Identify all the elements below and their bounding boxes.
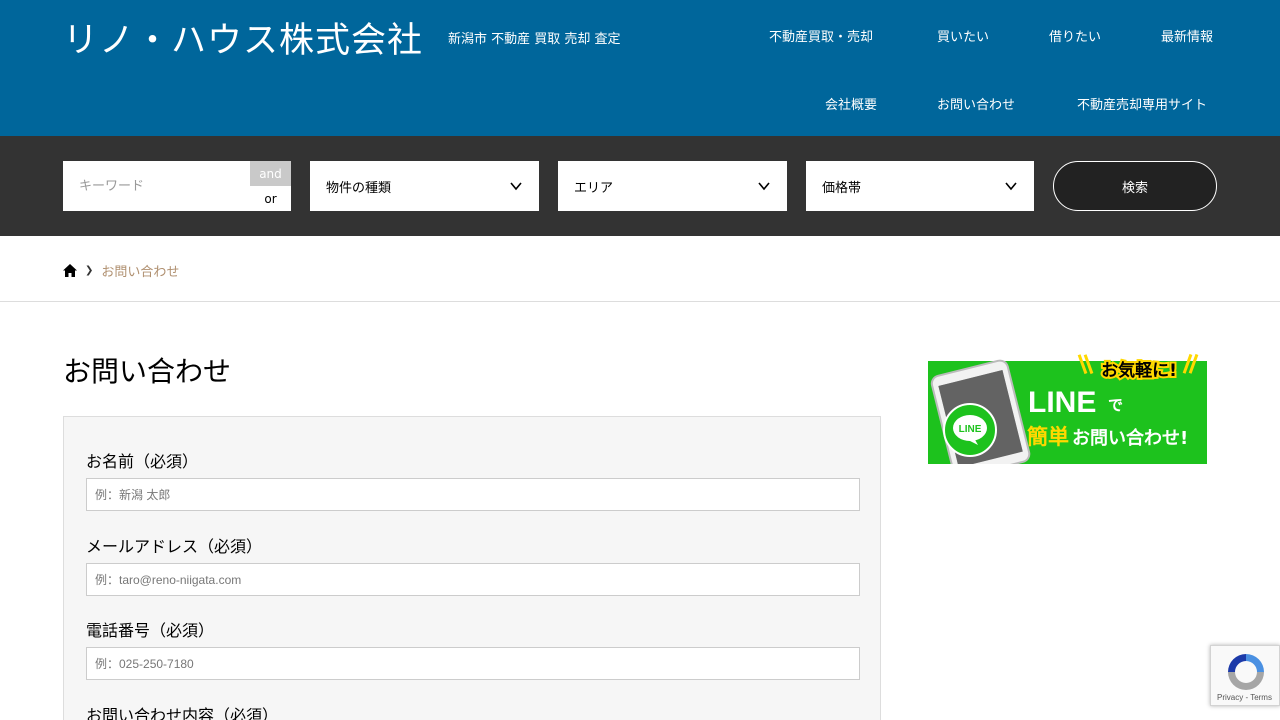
name-label: お名前（必須）	[86, 452, 199, 471]
inquiry-label: お問い合わせ内容（必須）	[86, 706, 279, 720]
line-icon-text: LINE	[959, 424, 982, 435]
nav-company[interactable]: 会社概要	[825, 94, 877, 113]
breadcrumb: ❯ お問い合わせ	[63, 260, 179, 280]
breadcrumb-current: お問い合わせ	[101, 264, 180, 280]
chevron-down-icon	[510, 182, 522, 191]
line-contact-banner[interactable]: LINE お気軽に! LINE で 簡単 お問い合わせ!	[928, 352, 1207, 478]
home-icon[interactable]	[63, 263, 77, 277]
and-toggle[interactable]: and	[250, 161, 291, 186]
price-range-label: 価格帯	[822, 180, 862, 196]
nav-rent[interactable]: 借りたい	[1049, 26, 1101, 45]
nav-sale-site[interactable]: 不動産売却専用サイト	[1077, 94, 1207, 113]
recaptcha-badge[interactable]: Privacy - Terms	[1210, 645, 1280, 706]
nav-buy-sell[interactable]: 不動産買取・売却	[769, 26, 873, 45]
area-label: エリア	[574, 180, 614, 196]
area-select[interactable]: エリア	[558, 161, 787, 211]
or-toggle[interactable]: or	[250, 186, 291, 211]
property-type-select[interactable]: 物件の種類	[310, 161, 539, 211]
recaptcha-icon	[1228, 654, 1264, 690]
divider	[0, 301, 1280, 302]
chevron-right-icon: ❯	[85, 264, 94, 276]
keyword-input[interactable]	[63, 161, 250, 211]
line-brand-text: LINE	[1028, 386, 1096, 419]
email-field[interactable]	[86, 563, 860, 596]
site-header: リノ・ハウス株式会社 新潟市 不動産 買取 売却 査定 不動産買取・売却 買いた…	[0, 0, 1280, 136]
chevron-down-icon	[758, 182, 770, 191]
search-bar: and or 物件の種類 エリア 価格帯 検索	[0, 136, 1280, 236]
chevron-down-icon	[1005, 182, 1017, 191]
nav-buy[interactable]: 買いたい	[937, 26, 989, 45]
email-label: メールアドレス（必須）	[86, 537, 263, 556]
name-field[interactable]	[86, 478, 860, 511]
contact-form: お名前（必須） メールアドレス（必須） 電話番号（必須） お問い合わせ内容（必須…	[63, 416, 881, 720]
property-type-label: 物件の種類	[326, 180, 392, 196]
page-title: お問い合わせ	[63, 355, 232, 388]
phone-label: 電話番号（必須）	[86, 621, 215, 640]
line-highlight-text: 簡単	[1027, 425, 1069, 449]
site-logo[interactable]: リノ・ハウス株式会社	[63, 12, 423, 63]
nav-news[interactable]: 最新情報	[1161, 26, 1213, 45]
line-banner-graphic: LINE お気軽に! LINE で 簡単 お問い合わせ!	[928, 353, 1207, 478]
site-tagline: 新潟市 不動産 買取 売却 査定	[448, 32, 621, 47]
nav-contact[interactable]: お問い合わせ	[937, 94, 1015, 113]
price-range-select[interactable]: 価格帯	[806, 161, 1034, 211]
line-badge-text: お気軽に!	[1101, 360, 1177, 381]
recaptcha-links[interactable]: Privacy - Terms	[1217, 693, 1272, 702]
line-cta-text: お問い合わせ!	[1072, 427, 1188, 449]
phone-field[interactable]	[86, 647, 860, 680]
search-button[interactable]: 検索	[1053, 161, 1217, 211]
line-connector-text: で	[1108, 396, 1123, 414]
